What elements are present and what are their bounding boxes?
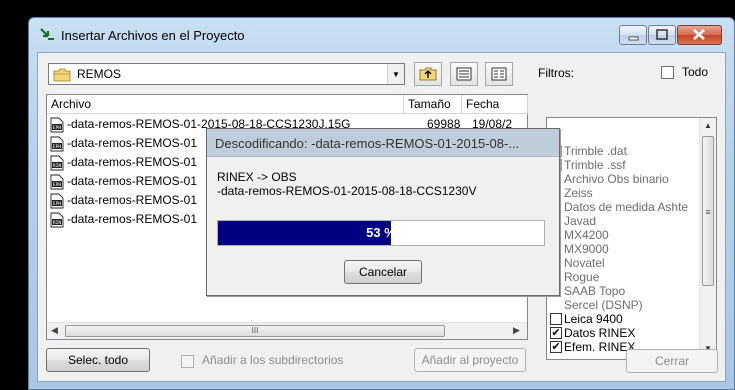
minimize-icon: [628, 36, 639, 41]
current-file-label: -data-remos-REMOS-01-2015-08-18-CCS1230V: [217, 184, 477, 198]
cancel-button[interactable]: Cancelar: [344, 260, 422, 284]
svg-text:EPH: EPH: [53, 201, 62, 207]
ephemeris-file-icon: EPH: [50, 117, 64, 133]
filter-label: Datos de medida Ashte: [564, 200, 689, 214]
desktop-background: [0, 0, 735, 17]
scrollbar-thumb[interactable]: III: [65, 325, 445, 337]
file-name: -data-remos-REMOS-01: [67, 212, 198, 226]
filter-scrollbar-thumb[interactable]: ≡: [702, 136, 714, 286]
file-name: -data-remos-REMOS-01: [67, 193, 198, 207]
conversion-label: RINEX -> OBS: [217, 170, 297, 184]
filter-item[interactable]: SAAB Topo: [547, 284, 716, 298]
svg-text:RIN: RIN: [53, 163, 62, 169]
filter-item[interactable]: MX4200: [547, 228, 716, 242]
list-view-icon: [456, 67, 472, 81]
close-icon: [693, 29, 705, 40]
column-header-tamano[interactable]: Tamaño: [404, 95, 462, 114]
svg-text:EPH: EPH: [53, 125, 62, 131]
scroll-up-icon[interactable]: ▲: [704, 121, 712, 130]
filter-item[interactable]: Sercel (DSNP): [547, 298, 716, 312]
ephemeris-file-icon: EPH: [50, 193, 64, 209]
folder-up-icon: [419, 67, 437, 81]
maximize-icon: [656, 29, 668, 40]
list-view-button[interactable]: [450, 62, 478, 86]
column-header-fecha[interactable]: Fecha: [462, 95, 528, 114]
progress-dialog-title: Descodificando: -data-remos-REMOS-01-201…: [215, 136, 520, 151]
up-folder-button[interactable]: [414, 62, 442, 86]
ephemeris-file-icon: EPH: [50, 174, 64, 190]
insert-arrow-icon: [40, 28, 54, 40]
progress-dialog-title-bar[interactable]: Descodificando: -data-remos-REMOS-01-201…: [207, 129, 559, 157]
svg-text:RIN: RIN: [53, 220, 62, 226]
filter-item[interactable]: Archivo Obs binario: [547, 172, 716, 186]
folder-icon: [53, 68, 71, 82]
filter-label: Zeiss: [564, 186, 593, 200]
filter-label: Leica 9400: [564, 312, 623, 326]
file-name: -data-remos-REMOS-01: [67, 174, 198, 188]
filter-item[interactable]: ✔Trimble .ssf: [547, 158, 716, 172]
filter-label: Trimble .ssf: [564, 158, 626, 172]
file-name: -data-remos-REMOS-01: [67, 136, 198, 150]
title-bar[interactable]: Insertar Archivos en el Proyecto: [29, 18, 734, 52]
filter-item[interactable]: Leica 9400: [547, 312, 716, 326]
filter-label: Javad: [564, 214, 597, 228]
filter-label: Rogue: [564, 270, 600, 284]
filter-label: Archivo Obs binario: [564, 172, 669, 186]
close-window-button[interactable]: [677, 25, 722, 45]
add-to-project-button[interactable]: Añadir al proyecto: [414, 348, 526, 372]
filter-item[interactable]: Javad: [547, 214, 716, 228]
filter-list[interactable]: ✔Trimble .dat✔Trimble .ssfArchivo Obs bi…: [546, 117, 717, 360]
progress-text: 53 %: [366, 225, 396, 240]
details-view-button[interactable]: [485, 62, 513, 86]
horizontal-scrollbar[interactable]: ◀ III ▶: [47, 322, 527, 339]
filter-label: Datos RINEX: [564, 326, 636, 340]
ephemeris-file-icon: EPH: [50, 136, 64, 152]
column-header-archivo[interactable]: Archivo: [47, 95, 404, 114]
filter-item[interactable]: MX9000: [547, 242, 716, 256]
checked-checkbox-icon[interactable]: ✔: [550, 341, 562, 353]
scroll-left-icon[interactable]: ◀: [51, 325, 58, 336]
todo-checkbox[interactable]: [661, 66, 674, 79]
filters-label: Filtros:: [538, 66, 574, 80]
chevron-down-icon[interactable]: ▼: [387, 64, 404, 84]
filter-label: Efem. RINEX: [564, 340, 636, 354]
details-view-icon: [491, 67, 507, 81]
unchecked-checkbox-icon[interactable]: [550, 313, 562, 325]
progress-bar: 53 %: [217, 220, 545, 246]
scroll-right-icon[interactable]: ▶: [513, 325, 520, 336]
window-title: Insertar Archivos en el Proyecto: [61, 28, 245, 43]
filter-item[interactable]: ✔ Datos RINEX: [547, 326, 716, 340]
file-name: -data-remos-REMOS-01: [67, 155, 198, 169]
subdirectories-label: Añadir a los subdirectorios: [202, 353, 344, 367]
filter-label: SAAB Topo: [564, 284, 626, 298]
filter-label: Sercel (DSNP): [564, 298, 643, 312]
svg-text:EPH: EPH: [53, 182, 62, 188]
rinex-file-icon: RIN: [50, 212, 64, 228]
folder-name: REMOS: [77, 67, 122, 81]
filter-label: Novatel: [564, 256, 605, 270]
vertical-scrollbar[interactable]: ▲ ≡ ▼: [699, 118, 716, 359]
todo-label: Todo: [682, 65, 709, 79]
checked-checkbox-icon[interactable]: ✔: [550, 327, 562, 339]
filter-label: MX4200: [564, 228, 609, 242]
filter-item[interactable]: ✔Trimble .dat: [547, 144, 716, 158]
filter-item[interactable]: Novatel: [547, 256, 716, 270]
rinex-file-icon: RIN: [50, 155, 64, 171]
folder-combo[interactable]: REMOS ▼: [48, 63, 405, 85]
maximize-button[interactable]: [648, 25, 676, 45]
filter-item[interactable]: Datos de medida Ashte: [547, 200, 716, 214]
svg-text:EPH: EPH: [53, 144, 62, 150]
decoding-progress-dialog: Descodificando: -data-remos-REMOS-01-201…: [206, 128, 560, 296]
unchecked-checkbox-icon[interactable]: [550, 299, 562, 311]
subdirectories-checkbox[interactable]: [181, 355, 194, 368]
minimize-button[interactable]: [619, 25, 647, 45]
close-button[interactable]: Cerrar: [626, 349, 718, 373]
filter-label: Trimble .dat: [564, 144, 627, 158]
filter-label: MX9000: [564, 242, 609, 256]
select-all-button[interactable]: Selec. todo: [46, 348, 150, 372]
filter-item[interactable]: Rogue: [547, 270, 716, 284]
filter-rows: ✔Trimble .dat✔Trimble .ssfArchivo Obs bi…: [547, 118, 716, 354]
filter-item[interactable]: Zeiss: [547, 186, 716, 200]
